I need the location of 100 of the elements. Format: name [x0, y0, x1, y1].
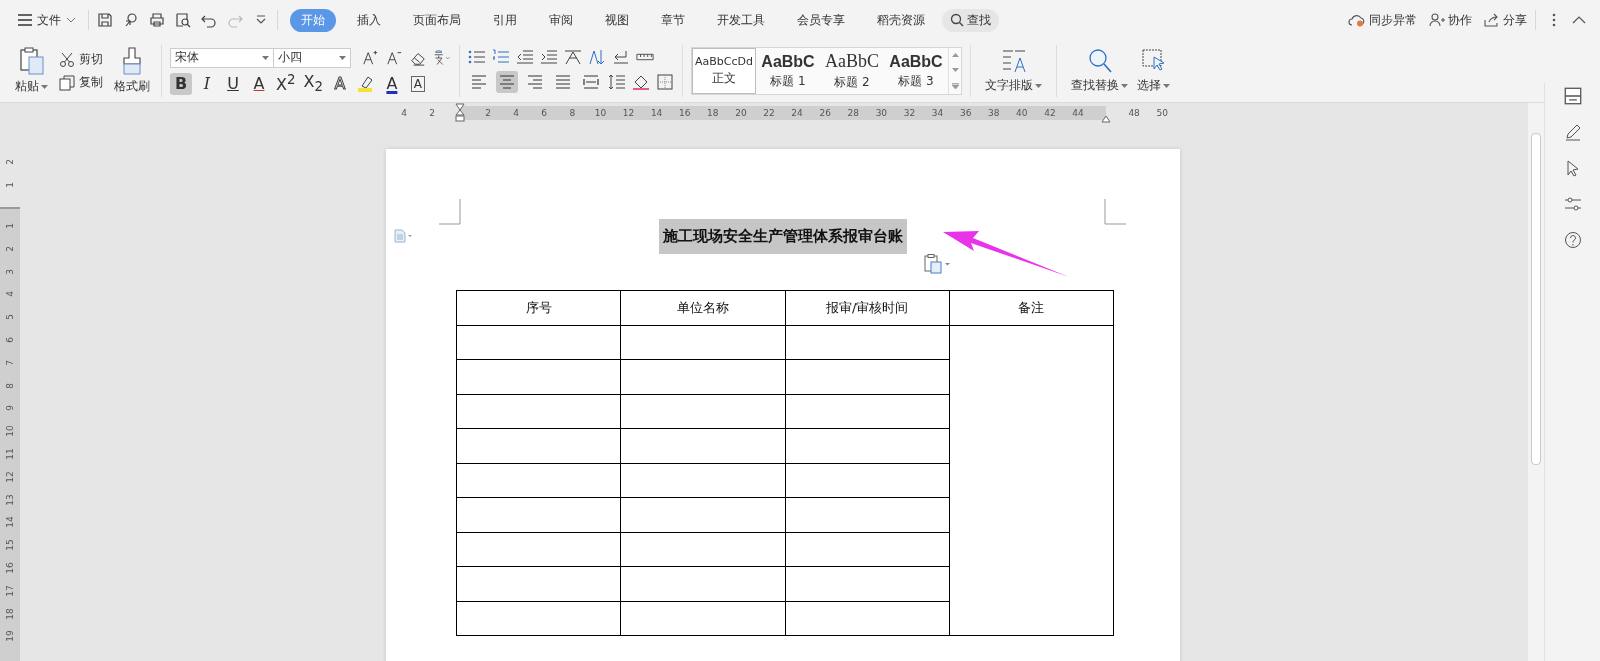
- document-title: 施工现场安全生产管理体系报审台账: [659, 219, 907, 254]
- menu-tab[interactable]: 引用: [482, 8, 528, 32]
- select-button[interactable]: 选择: [1134, 46, 1173, 96]
- right-indent-marker-icon[interactable]: [1101, 115, 1111, 123]
- ruler-number: 30: [874, 108, 889, 118]
- share-button[interactable]: 分享: [1484, 11, 1527, 29]
- file-menu[interactable]: 文件: [14, 9, 80, 31]
- format-button[interactable]: B: [170, 72, 192, 95]
- caret-icon: [262, 55, 269, 60]
- style-option[interactable]: AaBbC 标题 3: [884, 48, 948, 94]
- borders-icon[interactable]: [656, 74, 674, 90]
- sort-icon[interactable]: [588, 49, 606, 65]
- save-icon[interactable]: [97, 12, 113, 28]
- ruler-number: 24: [790, 108, 804, 118]
- format-button[interactable]: I: [196, 72, 218, 95]
- cut-button[interactable]: 剪切: [59, 51, 103, 68]
- ruler-number: 4: [5, 291, 15, 298]
- format-painter-button[interactable]: 格式刷: [111, 45, 153, 97]
- ruler-number: 50: [1155, 108, 1169, 118]
- more-icon[interactable]: [1552, 13, 1556, 27]
- ruler-number: 2: [5, 245, 15, 252]
- split-view-icon[interactable]: [1563, 87, 1582, 105]
- paste-options-icon[interactable]: [924, 254, 952, 274]
- table-header-cell: 备注: [949, 291, 1114, 326]
- font-size-field[interactable]: 小四: [273, 47, 351, 68]
- copy-button[interactable]: 复制: [59, 74, 103, 91]
- menu-tab[interactable]: 页面布局: [402, 8, 472, 32]
- ruler-number: 17: [5, 585, 15, 597]
- find-replace-button[interactable]: 查找替换: [1065, 46, 1134, 96]
- ruler-number: 9: [5, 405, 15, 412]
- collapse-ribbon-icon[interactable]: [1572, 16, 1586, 24]
- menu-tab[interactable]: 稻壳资源: [866, 8, 936, 32]
- ruler-number: 16: [5, 562, 15, 574]
- menu-tab[interactable]: 插入: [346, 8, 392, 32]
- indent-marker-icon[interactable]: [455, 103, 465, 123]
- cloud-warning-icon: [1348, 13, 1366, 27]
- scroll-down-icon: [951, 68, 959, 72]
- table-header-cell: 序号: [457, 291, 622, 326]
- menu-tab[interactable]: 会员专享: [786, 8, 856, 32]
- format-button[interactable]: X$^{2}$: [274, 72, 298, 95]
- align-icon: [527, 75, 543, 89]
- sliders-icon[interactable]: [1563, 195, 1582, 213]
- style-option[interactable]: AaBbC 标题 1: [756, 48, 820, 94]
- ruler-number: 40: [1015, 108, 1029, 118]
- caret-icon: [41, 84, 48, 89]
- ruler-number: 19: [5, 630, 15, 643]
- format-button[interactable]: X$_{2}$: [301, 72, 325, 95]
- ruler-number: 20: [734, 108, 748, 118]
- format-button[interactable]: A: [248, 72, 270, 95]
- increase-indent-icon[interactable]: [540, 49, 558, 65]
- menu-tab[interactable]: 审阅: [538, 8, 584, 32]
- ruler-number: 12: [621, 108, 636, 118]
- margin-corner-mark: [1104, 199, 1126, 225]
- ruler-number: 8: [5, 382, 15, 389]
- help-icon[interactable]: [1563, 231, 1582, 249]
- align-icon: [499, 75, 515, 89]
- ruler-number: 4: [400, 108, 408, 118]
- gallery-scroller[interactable]: [948, 48, 961, 94]
- clipboard-icon: [19, 47, 44, 75]
- phonetic-guide-icon[interactable]: [433, 49, 451, 66]
- align-icon: [555, 75, 571, 89]
- paragraph-mark-icon[interactable]: [612, 49, 630, 65]
- search-button[interactable]: 查找: [942, 8, 999, 32]
- menu-tab[interactable]: 视图: [594, 8, 640, 32]
- scrollbar-thumb[interactable]: [1531, 133, 1541, 465]
- text-layout-button[interactable]: 文字排版: [979, 46, 1048, 96]
- ruler-number: 44: [1071, 108, 1085, 118]
- font-name-field[interactable]: 宋体: [170, 47, 274, 68]
- menu-tab[interactable]: 开发工具: [706, 8, 776, 32]
- caret-icon: [1163, 83, 1170, 88]
- line-spacing-icon[interactable]: [608, 74, 626, 90]
- collaborate-button[interactable]: 协作: [1429, 11, 1472, 29]
- shrink-font-icon[interactable]: [385, 49, 403, 66]
- ruler-number: 13: [5, 493, 15, 506]
- pen-icon[interactable]: [1563, 123, 1582, 141]
- caret-icon: [1035, 83, 1042, 88]
- style-option[interactable]: AaBbC 标题 2: [820, 48, 884, 94]
- menu-tab[interactable]: 章节: [650, 8, 696, 32]
- decrease-indent-icon[interactable]: [516, 49, 534, 65]
- align-button[interactable]: [496, 71, 518, 93]
- ruler-number: 4: [512, 108, 520, 118]
- caret-icon: [1121, 83, 1128, 88]
- export-icon[interactable]: [123, 12, 139, 28]
- shading-icon[interactable]: [632, 74, 650, 90]
- format-button[interactable]: U: [222, 72, 244, 95]
- text-direction-icon[interactable]: [564, 49, 582, 65]
- ruler-number: 14: [5, 516, 15, 529]
- magnifier-icon: [1086, 48, 1113, 74]
- bullet-list-icon[interactable]: [468, 49, 486, 65]
- grow-font-icon[interactable]: [361, 49, 379, 66]
- ruler-number: 1: [5, 182, 15, 189]
- print-icon[interactable]: [149, 12, 165, 28]
- paste-button[interactable]: 粘贴: [12, 45, 51, 97]
- sync-status-button[interactable]: 同步异常: [1348, 11, 1417, 29]
- print-preview-icon[interactable]: [175, 12, 191, 28]
- ruler-number: 3: [5, 268, 15, 275]
- style-option[interactable]: AaBbCcDd 正文: [692, 48, 756, 94]
- ruler-number: 36: [958, 108, 973, 118]
- format-button[interactable]: A: [380, 72, 403, 95]
- format-button[interactable]: A: [406, 72, 429, 95]
